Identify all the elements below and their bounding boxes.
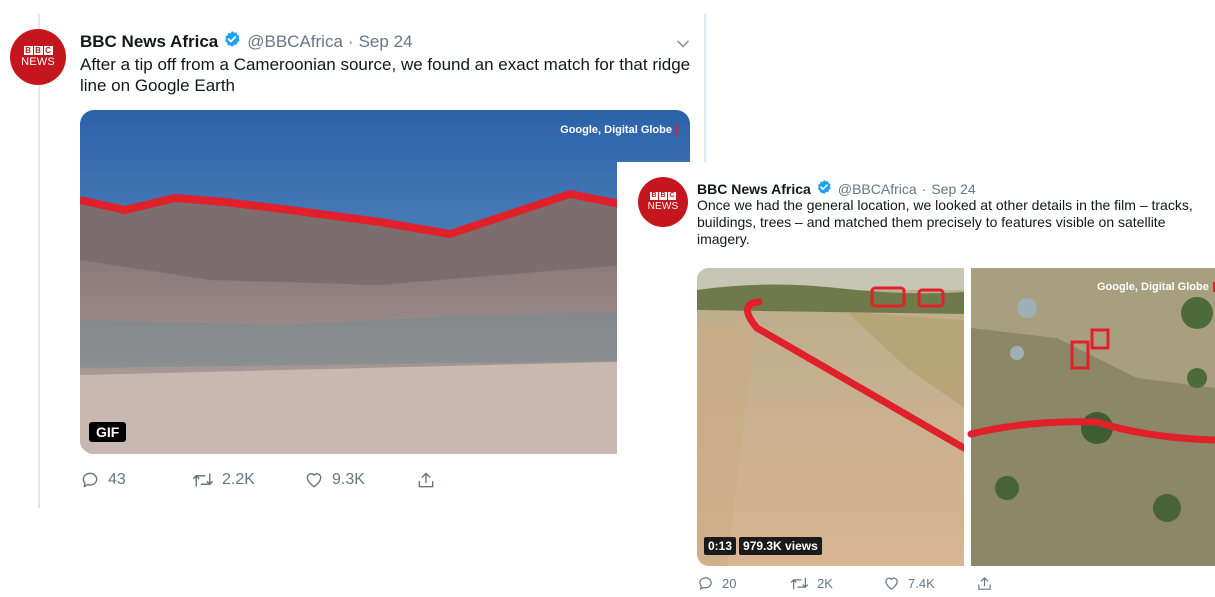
retweet-icon — [192, 470, 214, 490]
ridge-line-image — [80, 110, 690, 454]
video-stats: 0:13 979.3K views — [704, 537, 822, 555]
reply-count: 43 — [108, 471, 126, 488]
tweet-media-video[interactable]: Google, Digital Globe 0:13 979.3K views — [697, 268, 1215, 566]
like-count: 7.4K — [908, 576, 935, 591]
like-count: 9.3K — [332, 471, 365, 488]
tweet-actions: 43 2.2K 9.3K — [80, 470, 436, 490]
avatar[interactable]: B B C NEWS — [10, 29, 66, 85]
reply-button[interactable]: 20 — [697, 575, 790, 592]
verified-icon — [223, 30, 241, 53]
tweet-header: BBC News Africa @BBCAfrica · Sep 24 — [80, 30, 412, 53]
author-name[interactable]: BBC News Africa — [697, 181, 811, 197]
share-button[interactable] — [416, 470, 436, 490]
like-icon — [304, 470, 324, 490]
author-name[interactable]: BBC News Africa — [80, 32, 218, 52]
tweet-ridge-line[interactable]: B B C NEWS BBC News Africa @BBCAfrica · … — [0, 0, 704, 520]
tweet-date[interactable]: Sep 24 — [931, 181, 975, 197]
bbc-logo: B B C — [650, 192, 676, 200]
thread-line-right — [704, 14, 706, 164]
tweet-satellite-match[interactable]: B B C NEWS BBC News Africa @BBCAfrica · … — [617, 162, 1215, 597]
separator-dot: · — [347, 31, 354, 51]
gif-badge: GIF — [89, 422, 127, 442]
bbc-logo: B B C — [23, 46, 53, 55]
tweet-text: After a tip off from a Cameroonian sourc… — [80, 55, 691, 95]
share-icon — [976, 575, 993, 592]
reply-icon — [80, 470, 100, 490]
retweet-button[interactable]: 2.2K — [192, 470, 304, 490]
retweet-count: 2.2K — [222, 471, 255, 488]
reply-button[interactable]: 43 — [80, 470, 192, 490]
retweet-icon — [790, 575, 809, 592]
like-button[interactable]: 9.3K — [304, 470, 416, 490]
video-views: 979.3K views — [739, 537, 822, 555]
like-icon — [883, 575, 900, 592]
share-icon — [416, 470, 436, 490]
tweet-text: Once we had the general location, we loo… — [697, 197, 1193, 248]
retweet-count: 2K — [817, 576, 833, 591]
bbc-logo-word: NEWS — [21, 56, 55, 68]
bbc-logo-word: NEWS — [647, 201, 679, 212]
tweet-header: BBC News Africa @BBCAfrica · Sep 24 — [697, 179, 976, 198]
retweet-button[interactable]: 2K — [790, 575, 883, 592]
avatar[interactable]: B B C NEWS — [638, 177, 688, 227]
verified-icon — [816, 179, 832, 198]
video-duration: 0:13 — [704, 537, 737, 555]
separator-dot: · — [921, 180, 927, 197]
author-handle[interactable]: @BBCAfrica — [838, 181, 917, 197]
tweet-date[interactable]: Sep 24 — [359, 32, 413, 52]
share-button[interactable] — [976, 575, 993, 592]
image-credit: Google, Digital Globe — [1097, 281, 1215, 293]
author-handle[interactable]: @BBCAfrica — [247, 32, 343, 52]
track-comparison-image — [697, 268, 1215, 566]
reply-count: 20 — [722, 576, 737, 591]
tweet-media-gif[interactable]: Google, Digital Globe GIF — [80, 110, 690, 454]
image-credit: Google, Digital Globe — [560, 124, 678, 136]
reply-icon — [697, 575, 714, 592]
tweet-actions: 20 2K 7.4K — [697, 575, 993, 592]
like-button[interactable]: 7.4K — [883, 575, 976, 592]
chevron-down-icon[interactable] — [676, 36, 690, 54]
